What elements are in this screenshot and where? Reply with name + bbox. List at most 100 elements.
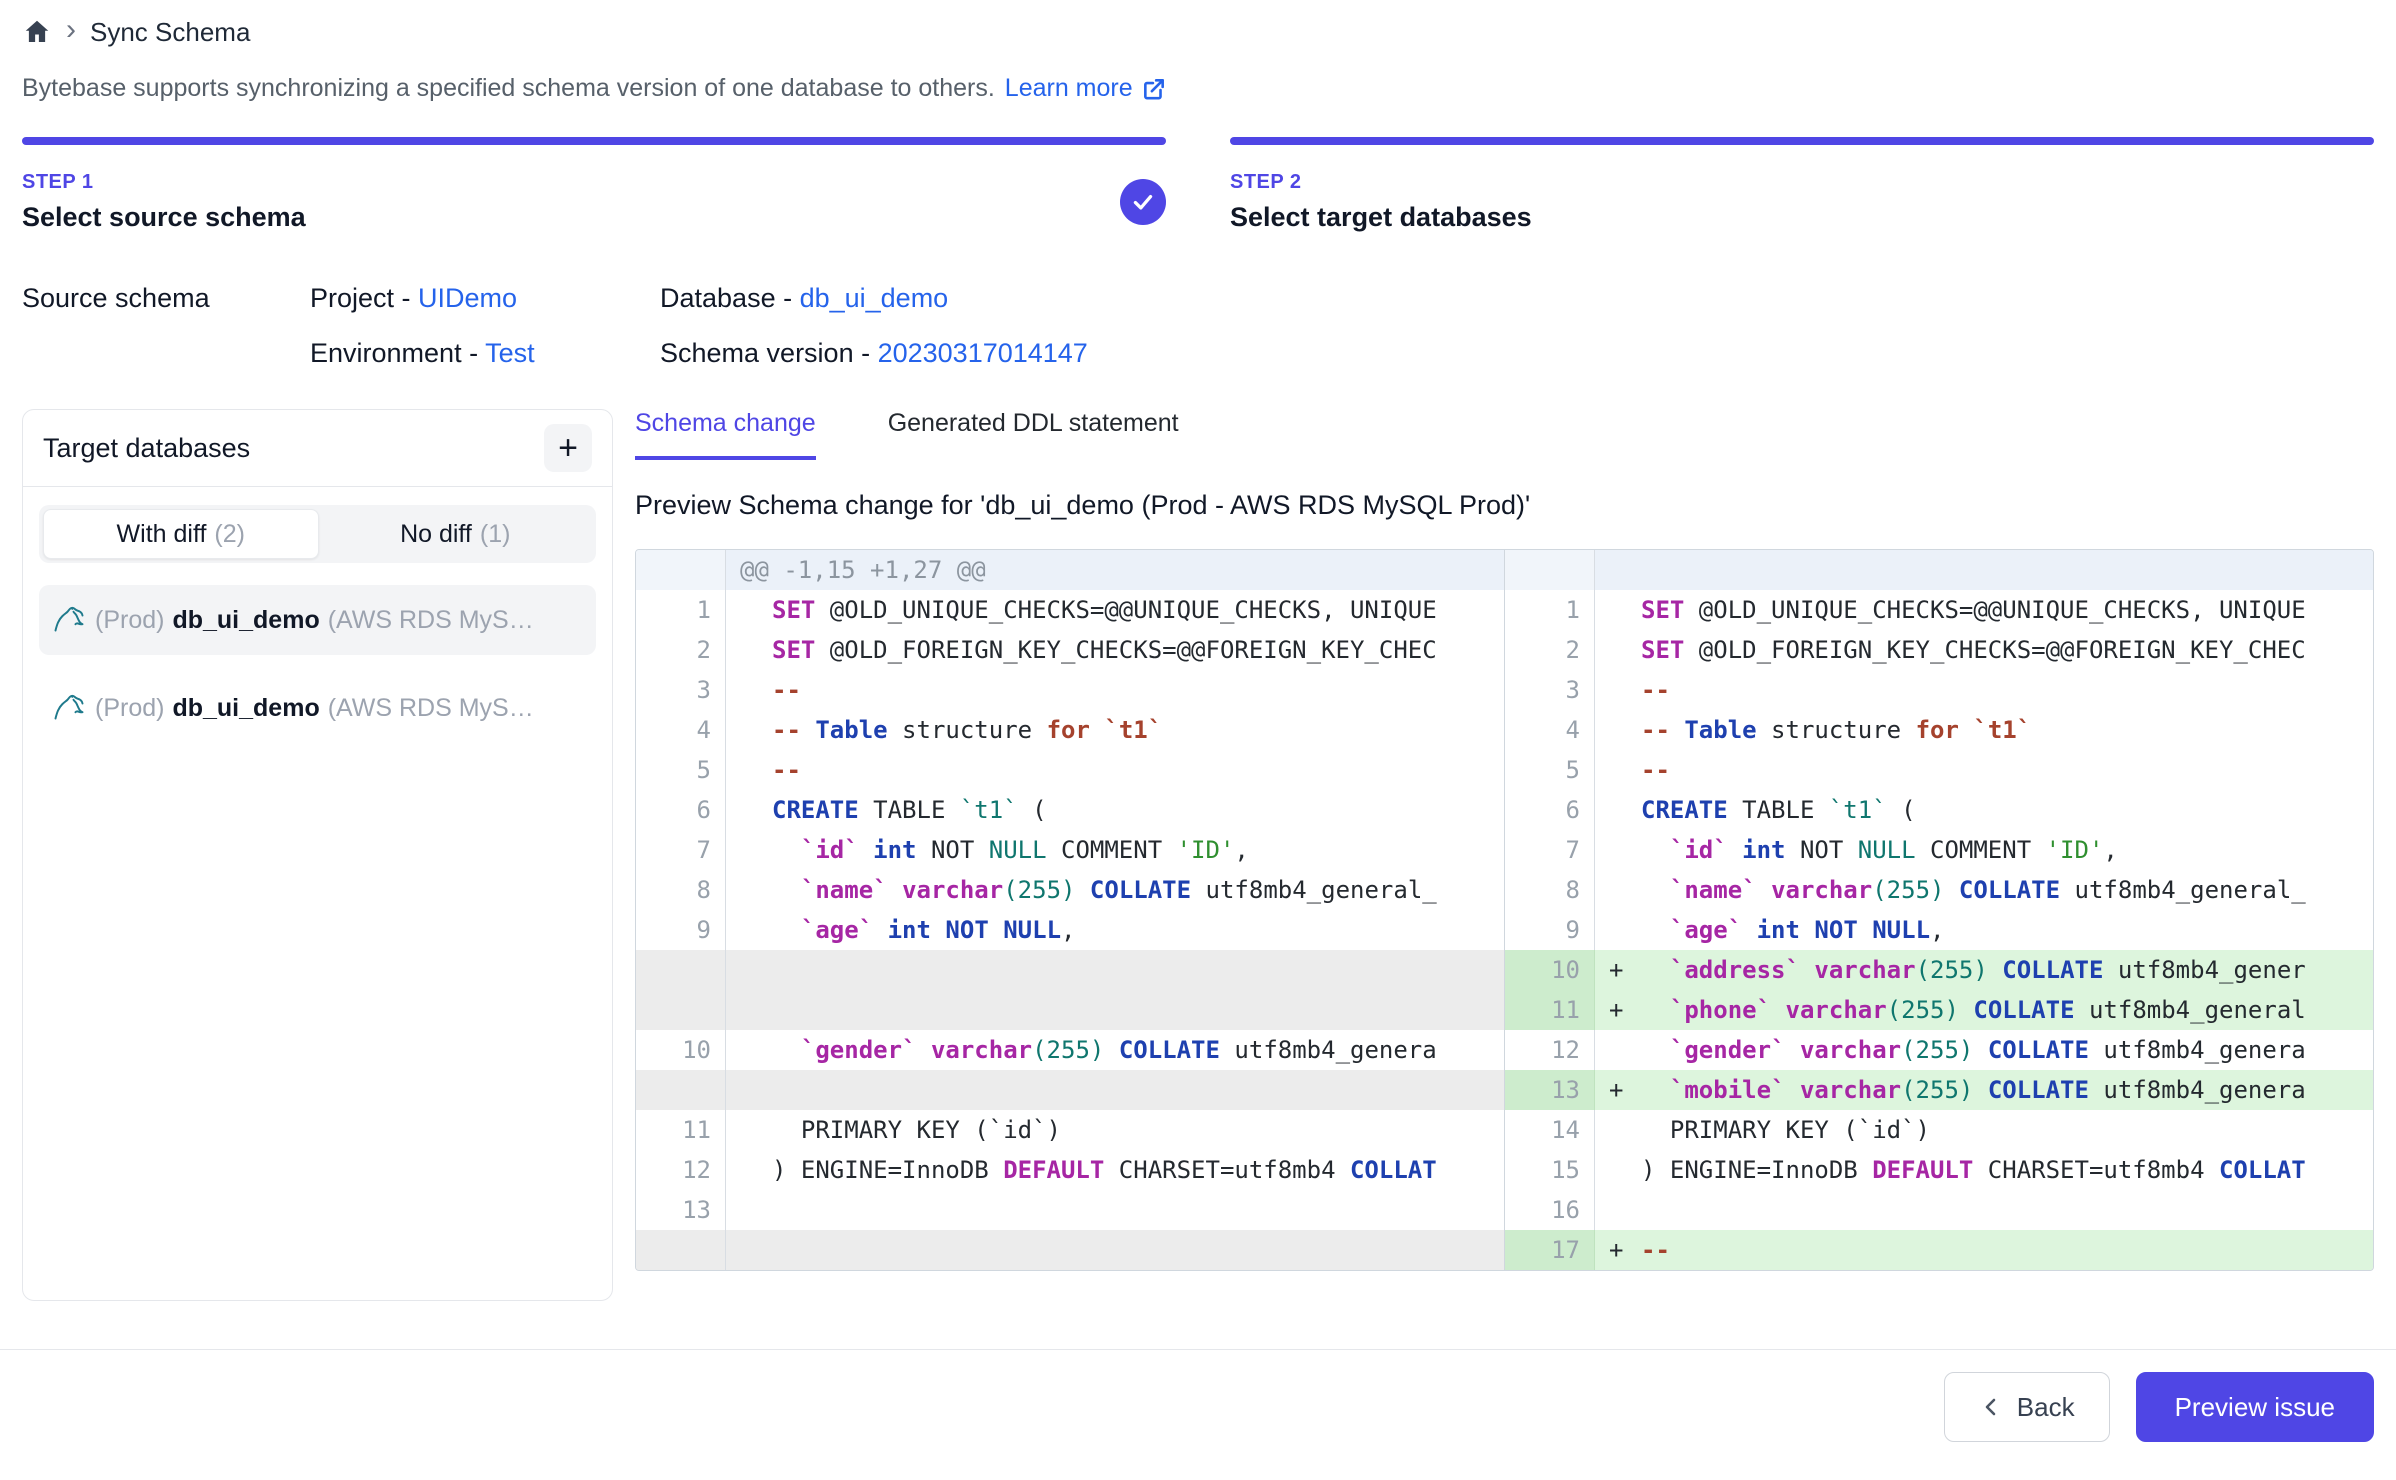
source-schema-label: Source schema <box>22 283 310 314</box>
line-number: 17 <box>1505 1230 1595 1270</box>
diff-code-line: 4-- Table structure for `t1` <box>1505 710 2373 750</box>
line-content: + `mobile` varchar(255) COLLATE utf8mb4_… <box>1595 1070 2373 1110</box>
sync-schema-page: › Sync Schema Bytebase supports synchron… <box>0 0 2396 1442</box>
db-environment: (Prod) <box>95 694 164 723</box>
line-content <box>1595 1190 2373 1230</box>
db-name: db_ui_demo <box>172 694 319 723</box>
diff-gap-row <box>636 950 1504 990</box>
diff-hunk-header <box>1505 550 2373 590</box>
line-number: 2 <box>1505 630 1595 670</box>
tab-schema-change[interactable]: Schema change <box>635 409 816 460</box>
line-content: SET @OLD_UNIQUE_CHECKS=@@UNIQUE_CHECKS, … <box>1595 590 2373 630</box>
line-content: CREATE TABLE `t1` ( <box>1595 790 2373 830</box>
preview-title: Preview Schema change for 'db_ui_demo (P… <box>635 490 2374 521</box>
step-1: STEP 1 Select source schema <box>22 137 1166 233</box>
diff-code-line: 2SET @OLD_FOREIGN_KEY_CHECKS=@@FOREIGN_K… <box>1505 630 2373 670</box>
tab-generated-ddl[interactable]: Generated DDL statement <box>888 409 1179 460</box>
main-content: Target databases + With diff (2) No diff… <box>22 409 2374 1301</box>
target-database-list: (Prod) db_ui_demo (AWS RDS MyS… (Prod) d… <box>39 585 596 743</box>
tab-no-diff-label: No diff <box>400 520 472 549</box>
line-content <box>726 990 1504 1030</box>
added-line-marker: + <box>1595 1070 1641 1110</box>
step-1-label: STEP 1 <box>22 171 306 194</box>
diff-code-line: 7 `id` int NOT NULL COMMENT 'ID', <box>636 830 1504 870</box>
line-number: 9 <box>636 910 726 950</box>
diff-code-line: 3-- <box>1505 670 2373 710</box>
line-number: 5 <box>636 750 726 790</box>
source-environment: Environment - Test <box>310 338 660 369</box>
line-content: + `address` varchar(255) COLLATE utf8mb4… <box>1595 950 2373 990</box>
target-databases-panel: Target databases + With diff (2) No diff… <box>22 409 613 1301</box>
home-icon[interactable] <box>22 17 52 47</box>
environment-link[interactable]: Test <box>485 338 535 368</box>
diff-pane-old[interactable]: @@ -1,15 +1,27 @@1SET @OLD_UNIQUE_CHECKS… <box>636 550 1504 1270</box>
line-number <box>1505 550 1595 590</box>
step-2-label: STEP 2 <box>1230 171 1532 194</box>
line-number: 8 <box>636 870 726 910</box>
diff-added-line: 13+ `mobile` varchar(255) COLLATE utf8mb… <box>1505 1070 2373 1110</box>
line-number <box>636 1230 726 1270</box>
back-button[interactable]: Back <box>1944 1372 2110 1442</box>
line-content: `gender` varchar(255) COLLATE utf8mb4_ge… <box>726 1030 1504 1070</box>
tab-with-diff[interactable]: With diff (2) <box>43 509 319 559</box>
line-content: `id` int NOT NULL COMMENT 'ID', <box>1595 830 2373 870</box>
source-version: Schema version - 20230317014147 <box>660 338 2374 369</box>
target-database-item[interactable]: (Prod) db_ui_demo (AWS RDS MyS… <box>39 673 596 743</box>
line-number: 10 <box>1505 950 1595 990</box>
line-number: 15 <box>1505 1150 1595 1190</box>
database-link[interactable]: db_ui_demo <box>800 283 949 313</box>
diff-gap-row <box>636 1070 1504 1110</box>
step-1-check-icon <box>1120 179 1166 225</box>
diff-code-line: 12 `gender` varchar(255) COLLATE utf8mb4… <box>1505 1030 2373 1070</box>
external-link-icon <box>1141 76 1167 102</box>
line-number: 3 <box>636 670 726 710</box>
page-title: Sync Schema <box>90 17 250 48</box>
line-number: 2 <box>636 630 726 670</box>
database-label: Database - <box>660 283 800 313</box>
line-content: @@ -1,15 +1,27 @@ <box>726 550 1504 590</box>
diff-code-line: 6CREATE TABLE `t1` ( <box>1505 790 2373 830</box>
line-number: 4 <box>1505 710 1595 750</box>
version-link[interactable]: 20230317014147 <box>878 338 1088 368</box>
diff-code-line: 15) ENGINE=InnoDB DEFAULT CHARSET=utf8mb… <box>1505 1150 2373 1190</box>
page-description: Bytebase supports synchronizing a specif… <box>22 74 2374 103</box>
diff-code-line: 16 <box>1505 1190 2373 1230</box>
mysql-icon <box>51 602 87 638</box>
line-number: 4 <box>636 710 726 750</box>
diff-code-line: 8 `name` varchar(255) COLLATE utf8mb4_ge… <box>636 870 1504 910</box>
line-content: PRIMARY KEY (`id`) <box>1595 1110 2373 1150</box>
added-line-marker: + <box>1595 990 1641 1030</box>
line-number: 1 <box>1505 590 1595 630</box>
line-content <box>726 950 1504 990</box>
back-button-label: Back <box>2017 1392 2075 1423</box>
footer-actions: Back Preview issue <box>22 1372 2374 1442</box>
tab-no-diff[interactable]: No diff (1) <box>319 509 593 559</box>
diff-code-line: 4-- Table structure for `t1` <box>636 710 1504 750</box>
line-content: -- Table structure for `t1` <box>1595 710 2373 750</box>
line-number <box>636 950 726 990</box>
line-number: 10 <box>636 1030 726 1070</box>
chevron-left-icon <box>1979 1395 2003 1419</box>
tab-with-diff-count: (2) <box>214 520 245 549</box>
line-number: 1 <box>636 590 726 630</box>
learn-more-link[interactable]: Learn more <box>1005 74 1167 103</box>
preview-tabs: Schema change Generated DDL statement <box>635 409 2374 460</box>
step-2-progress-bar <box>1230 137 2374 145</box>
diff-pane-new[interactable]: 1SET @OLD_UNIQUE_CHECKS=@@UNIQUE_CHECKS,… <box>1504 550 2373 1270</box>
diff-code-line: 5-- <box>636 750 1504 790</box>
preview-issue-button[interactable]: Preview issue <box>2136 1372 2374 1442</box>
add-target-database-button[interactable]: + <box>544 424 592 472</box>
diff-code-line: 9 `age` int NOT NULL, <box>636 910 1504 950</box>
line-number: 11 <box>636 1110 726 1150</box>
project-link[interactable]: UIDemo <box>418 283 517 313</box>
mysql-icon <box>51 690 87 726</box>
line-content: -- <box>726 750 1504 790</box>
diff-code-line: 2SET @OLD_FOREIGN_KEY_CHECKS=@@FOREIGN_K… <box>636 630 1504 670</box>
source-database: Database - db_ui_demo <box>660 283 2374 314</box>
line-content: -- <box>1595 670 2373 710</box>
diff-gap-row <box>636 1230 1504 1270</box>
diff-added-line: 17+-- <box>1505 1230 2373 1270</box>
stepper: STEP 1 Select source schema STEP 2 Selec… <box>22 137 2374 233</box>
target-database-item[interactable]: (Prod) db_ui_demo (AWS RDS MyS… <box>39 585 596 655</box>
line-content: `name` varchar(255) COLLATE utf8mb4_gene… <box>1595 870 2373 910</box>
